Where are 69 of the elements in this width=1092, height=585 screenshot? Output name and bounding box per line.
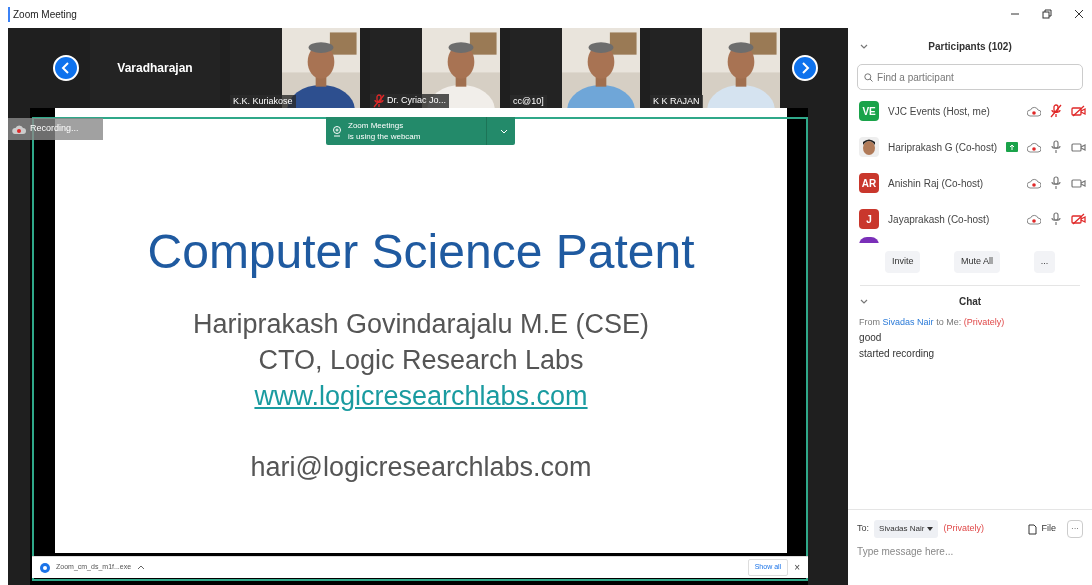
participant-name: Hariprakash G (Co-host) — [888, 140, 997, 155]
avatar: J — [859, 209, 880, 229]
chevron-right-icon — [800, 62, 810, 74]
mic-icon[interactable] — [1050, 176, 1062, 190]
muted-mic-icon[interactable] — [373, 94, 385, 108]
participant-row[interactable]: Hariprakash G (Co-host) — [848, 129, 1092, 165]
avatar — [859, 137, 880, 157]
next-page-button[interactable] — [792, 55, 818, 81]
search-field[interactable]: Find a participant — [857, 64, 1083, 90]
chat-message: started recording — [859, 346, 936, 361]
chevron-down-icon[interactable] — [500, 128, 508, 134]
mic-icon[interactable] — [1050, 212, 1062, 226]
panel-button[interactable]: Mute All — [954, 251, 1001, 273]
participant-name: K K RAJAN — [653, 94, 700, 108]
notice-title: Zoom Meetings — [348, 120, 405, 131]
previous-page-button[interactable] — [53, 55, 79, 81]
window-title: Zoom Meeting — [8, 6, 77, 22]
participant-name: Anishin Raj (Co-host) — [888, 176, 985, 191]
close-icon[interactable] — [1074, 9, 1084, 19]
cloud-record-icon — [1027, 141, 1041, 153]
more-button[interactable]: ··· — [1067, 520, 1083, 538]
to-label: To: — [857, 522, 870, 536]
panel-title: Participants (102) — [927, 39, 1013, 54]
mic-icon[interactable] — [1050, 140, 1062, 154]
cloud-record-icon — [1027, 105, 1041, 117]
avatar: AR — [859, 173, 880, 193]
participant-row[interactable]: AR Anishin Raj (Co-host) — [848, 165, 1092, 201]
caret-icon — [927, 527, 934, 531]
collapse-icon[interactable] — [860, 298, 869, 304]
chat-message: good — [859, 330, 883, 345]
cloud-record-icon — [1027, 177, 1041, 189]
notice-text: is using the webcam — [348, 131, 421, 142]
search-icon — [864, 73, 874, 82]
participant-row[interactable]: VE VJC Events (Host, me) — [848, 93, 1092, 129]
download-file-icon — [40, 562, 50, 573]
participant-name: Dr. Cyriac Jo... — [387, 94, 446, 108]
avatar: VE — [859, 101, 880, 121]
participant-row[interactable]: J Jayaprakash (Co-host) — [848, 201, 1092, 237]
participant-name: K.K. Kuriakose — [233, 94, 293, 108]
participant-name: Jayaprakash (Co-host) — [888, 212, 991, 227]
video-camera-icon[interactable] — [1071, 141, 1086, 153]
muted-mic-icon[interactable] — [1050, 104, 1062, 118]
message-field[interactable]: Type message here... — [857, 544, 1083, 559]
video-camera-icon[interactable] — [1071, 177, 1086, 189]
participant-name: cc@10] — [513, 94, 544, 108]
slide-text: Hariprakash Govindarajalu M.E (CSE) — [192, 308, 650, 341]
caret-icon[interactable] — [137, 565, 146, 570]
video-off-icon[interactable] — [1071, 213, 1086, 225]
chat-sender-line: From Sivadas Nair to Me: (Privately) — [859, 316, 1006, 329]
webcam-icon — [332, 125, 342, 137]
restore-icon[interactable] — [1042, 9, 1052, 19]
panel-button[interactable]: Invite — [884, 251, 921, 273]
file-button[interactable]: File — [1028, 522, 1056, 536]
slide-text: CTO, Logic Research Labs — [258, 344, 584, 377]
file-icon — [1028, 523, 1038, 535]
recipient-dropdown[interactable]: Sivadas Nair — [874, 520, 939, 538]
collapse-icon[interactable] — [860, 43, 869, 49]
participant-name: Varadharajan — [117, 60, 193, 77]
privacy-label: (Privately) — [943, 522, 984, 536]
cloud-record-icon — [12, 123, 26, 135]
close-button[interactable]: × — [794, 560, 800, 575]
chevron-left-icon — [61, 62, 71, 74]
participant-name: VJC Events (Host, me) — [888, 104, 991, 119]
cloud-record-icon — [1027, 213, 1041, 225]
slide-title: Computer Science Patent — [147, 228, 695, 276]
panel-button[interactable]: ... — [1033, 251, 1056, 273]
video-off-icon[interactable] — [1071, 105, 1086, 117]
panel-title: Chat — [957, 294, 983, 309]
slide-text: hari@logicresearchlabs.com — [250, 451, 592, 484]
